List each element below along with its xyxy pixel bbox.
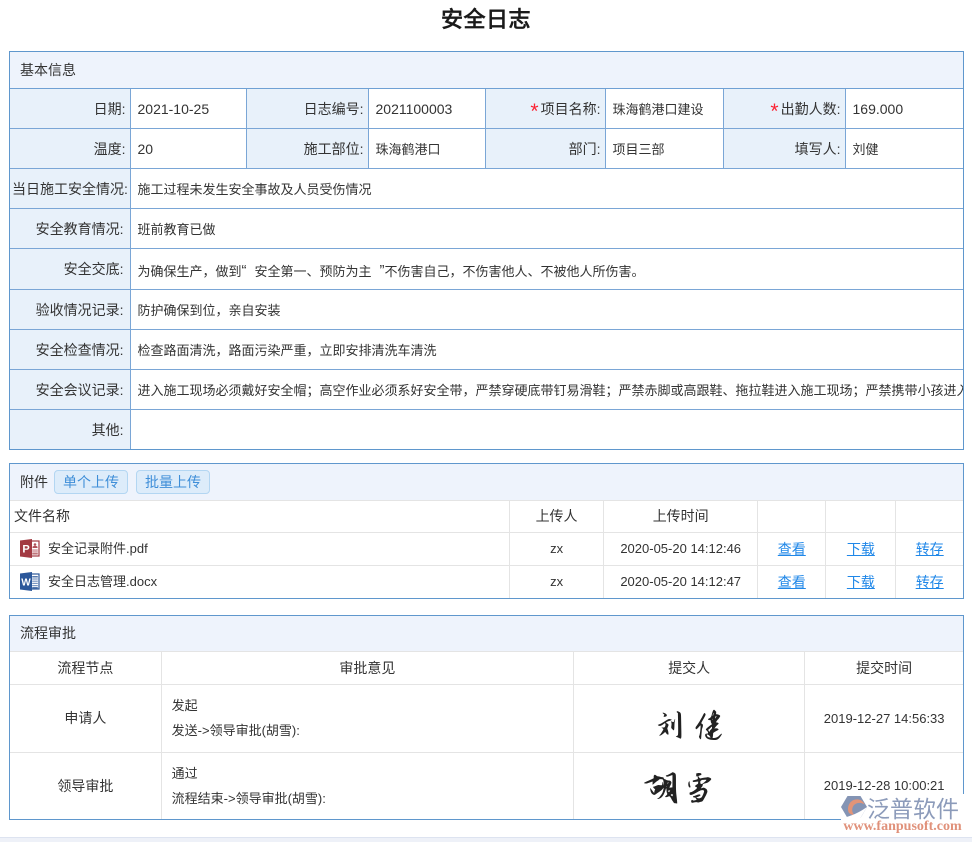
svg-text:P: P — [22, 544, 29, 556]
svg-text:W: W — [21, 578, 31, 589]
